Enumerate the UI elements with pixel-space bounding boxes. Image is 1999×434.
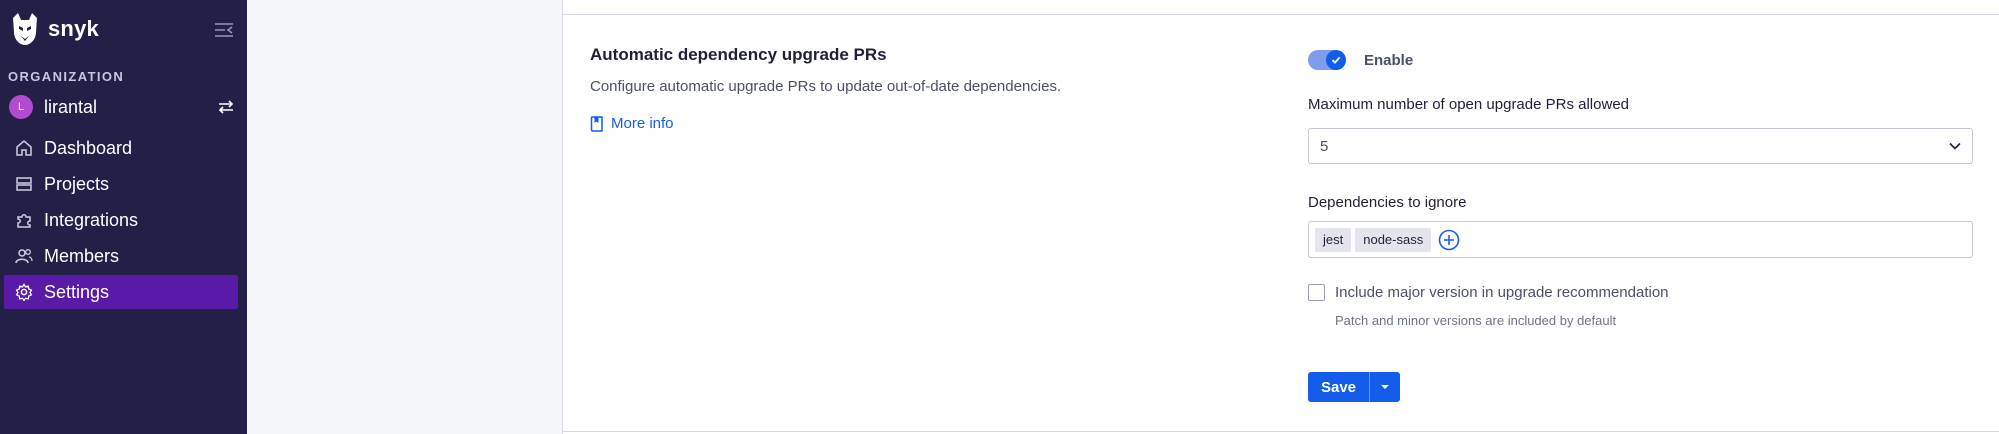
more-info-link[interactable]: More info xyxy=(590,115,674,132)
max-prs-value: 5 xyxy=(1320,137,1329,155)
org-name: lirantal xyxy=(44,96,98,117)
enable-toggle-row: Enable xyxy=(1308,50,1413,70)
sidebar-item-members[interactable]: Members xyxy=(4,239,238,273)
sidebar-item-projects[interactable]: Projects xyxy=(4,167,238,201)
sidebar-item-label: Settings xyxy=(44,281,110,302)
check-icon xyxy=(1326,50,1346,70)
divider xyxy=(563,431,1999,432)
sidebar-item-label: Projects xyxy=(44,173,110,194)
settings-panel: Automatic dependency upgrade PRs Configu… xyxy=(562,0,1999,434)
sidebar-item-label: Integrations xyxy=(44,209,139,230)
switch-arrows-icon[interactable] xyxy=(217,98,235,116)
sidebar-item-settings[interactable]: Settings xyxy=(4,275,238,309)
sidebar-item-label: Dashboard xyxy=(44,137,133,158)
dependency-tag[interactable]: jest xyxy=(1315,227,1352,252)
section-description: Configure automatic upgrade PRs to updat… xyxy=(590,78,1062,95)
section-title: Automatic dependency upgrade PRs xyxy=(590,45,887,64)
collapse-sidebar-icon[interactable] xyxy=(214,22,234,38)
snyk-dog-icon xyxy=(13,13,37,45)
people-icon xyxy=(14,246,34,266)
brand-name: snyk xyxy=(48,16,99,41)
book-icon xyxy=(590,115,603,132)
major-version-row: Include major version in upgrade recomme… xyxy=(1308,284,1669,301)
dependency-tag[interactable]: node-sass xyxy=(1355,227,1432,252)
organization-heading: ORGANIZATION xyxy=(8,69,125,84)
ignore-label: Dependencies to ignore xyxy=(1308,194,1467,211)
enable-toggle[interactable] xyxy=(1308,50,1346,70)
snyk-logo[interactable]: snyk xyxy=(10,12,99,46)
save-options-button[interactable] xyxy=(1369,372,1400,402)
ignore-dependencies-input[interactable]: jest node-sass xyxy=(1308,221,1973,258)
org-switcher[interactable]: L lirantal xyxy=(9,94,235,120)
sidebar-item-integrations[interactable]: Integrations xyxy=(4,203,238,237)
enable-label: Enable xyxy=(1364,51,1414,69)
divider xyxy=(563,14,1999,15)
home-icon xyxy=(14,138,34,158)
major-version-checkbox[interactable] xyxy=(1308,284,1325,301)
major-version-hint: Patch and minor versions are included by… xyxy=(1335,313,1617,328)
gear-icon xyxy=(14,282,34,302)
max-prs-label: Maximum number of open upgrade PRs allow… xyxy=(1308,96,1629,113)
chevron-down-icon xyxy=(1949,142,1961,150)
stack-icon xyxy=(14,174,34,194)
org-avatar: L xyxy=(9,95,33,119)
save-button-group: Save xyxy=(1308,372,1400,402)
more-info-label: More info xyxy=(611,115,674,132)
max-prs-select[interactable]: 5 xyxy=(1308,128,1973,164)
add-circle-icon[interactable] xyxy=(1438,229,1460,251)
sidebar-item-label: Members xyxy=(44,245,120,266)
sidebar-item-dashboard[interactable]: Dashboard xyxy=(4,131,238,165)
major-version-label: Include major version in upgrade recomme… xyxy=(1335,284,1669,301)
puzzle-icon xyxy=(14,210,34,230)
save-button[interactable]: Save xyxy=(1308,372,1369,402)
sidebar: snyk ORGANIZATION L lirantal Dashboard P… xyxy=(0,0,247,434)
caret-down-icon xyxy=(1381,385,1389,389)
